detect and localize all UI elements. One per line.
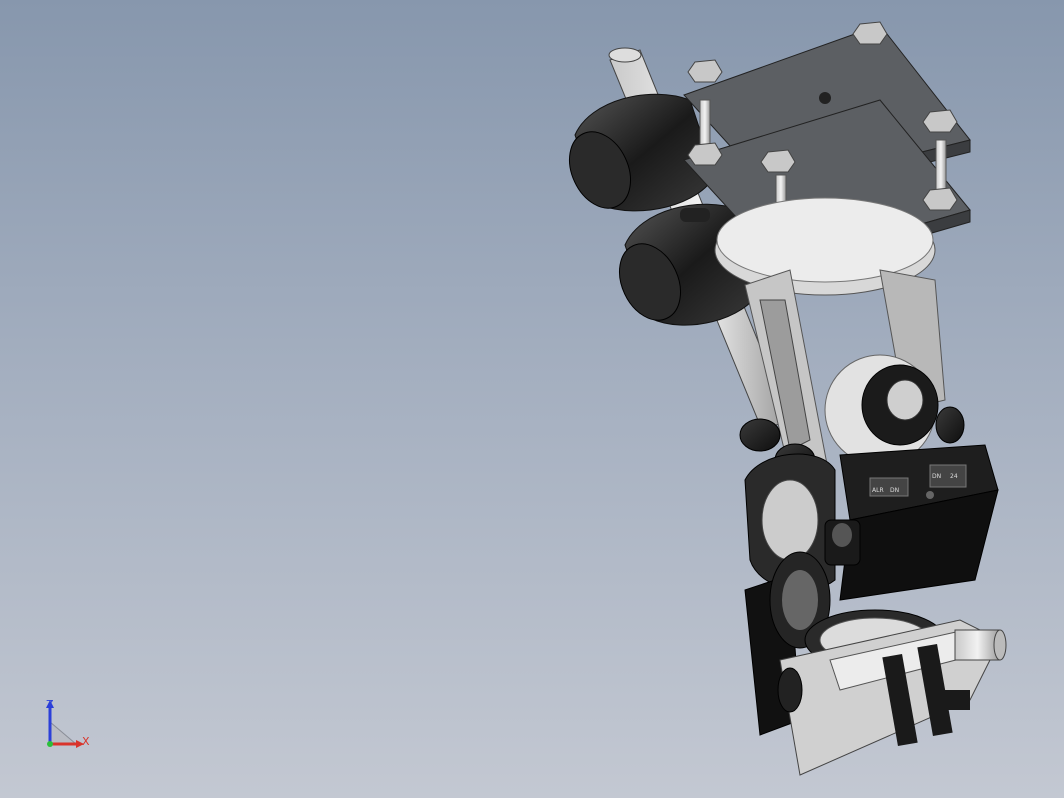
panel-label-4: 24 xyxy=(950,473,958,480)
camera-body[interactable] xyxy=(824,444,999,601)
z-axis-label: Z xyxy=(46,698,54,711)
panel-label-1: ALR xyxy=(872,487,884,494)
panel-label-2: DN xyxy=(890,487,899,494)
panel-label-3: DN xyxy=(932,473,941,480)
cad-model[interactable]: ALR DN DN 24 xyxy=(0,0,1064,798)
camera-lens[interactable] xyxy=(824,354,939,466)
y-axis-marker xyxy=(47,741,53,747)
graphics-viewport[interactable]: ALR DN DN 24 Z X xyxy=(0,0,1064,798)
x-axis-label: X xyxy=(82,735,90,748)
